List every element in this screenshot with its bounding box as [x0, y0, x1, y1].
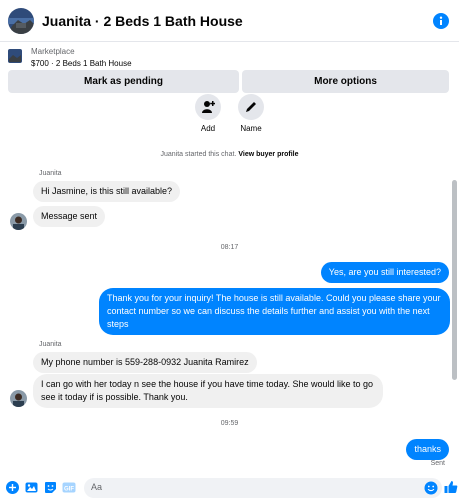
sent-status: Sent	[430, 460, 445, 467]
outgoing-message[interactable]: Yes, are you still interested?	[320, 262, 449, 283]
message-input[interactable]: Aa	[84, 478, 442, 498]
marketplace-label: Marketplace	[31, 47, 75, 56]
marketplace-bar: Marketplace $700 · 2 Beds 1 Bath House M…	[0, 42, 459, 102]
listing-thumbnail[interactable]	[8, 49, 22, 63]
emoji-icon[interactable]	[424, 481, 438, 495]
incoming-message[interactable]: I can go with her today n see the house …	[33, 374, 383, 408]
avatar[interactable]	[10, 213, 27, 230]
add-action[interactable]: Add	[188, 94, 228, 133]
timestamp: 09:59	[220, 420, 239, 427]
message-thread[interactable]: Add Name Juanita started this chat. View…	[0, 94, 459, 474]
chat-header: Juanita · 2 Beds 1 Bath House	[0, 0, 459, 42]
pencil-icon	[246, 102, 256, 112]
view-buyer-profile-link[interactable]: View buyer profile	[238, 151, 298, 158]
incoming-message[interactable]: Message sent	[33, 206, 106, 227]
info-icon[interactable]	[433, 13, 449, 29]
sender-name: Juanita	[39, 341, 62, 348]
like-icon[interactable]	[444, 480, 458, 494]
name-action[interactable]: Name	[231, 94, 271, 133]
message-composer: GIF Aa	[0, 476, 459, 500]
outgoing-message[interactable]: Thank you for your inquiry! The house is…	[99, 288, 450, 335]
listing-photo[interactable]	[8, 7, 34, 34]
chat-title[interactable]: Juanita · 2 Beds 1 Bath House	[42, 13, 243, 29]
outgoing-message[interactable]: thanks	[406, 439, 449, 460]
svg-text:GIF: GIF	[64, 486, 74, 492]
photo-icon[interactable]	[25, 481, 38, 494]
sticker-icon[interactable]	[44, 481, 57, 494]
timestamp: 08:17	[220, 244, 239, 251]
incoming-message[interactable]: My phone number is 559-288-0932 Juanita …	[33, 352, 257, 373]
message-input-placeholder: Aa	[91, 482, 103, 492]
incoming-message[interactable]: Hi Jasmine, is this still available?	[33, 181, 181, 202]
add-label: Add	[200, 124, 216, 133]
sender-name: Juanita	[39, 170, 62, 177]
avatar[interactable]	[10, 390, 27, 407]
chat-started-notice: Juanita started this chat. View buyer pr…	[0, 151, 459, 158]
gif-icon[interactable]: GIF	[62, 481, 76, 494]
scrollbar[interactable]	[452, 180, 457, 380]
add-user-icon	[202, 101, 215, 113]
listing-summary[interactable]: $700 · 2 Beds 1 Bath House	[31, 59, 132, 68]
mark-as-pending-button[interactable]: Mark as pending	[8, 70, 239, 93]
chat-started-text: Juanita started this chat.	[160, 151, 237, 158]
plus-icon[interactable]	[6, 481, 19, 494]
more-options-button[interactable]: More options	[242, 70, 449, 93]
name-label: Name	[240, 124, 262, 133]
